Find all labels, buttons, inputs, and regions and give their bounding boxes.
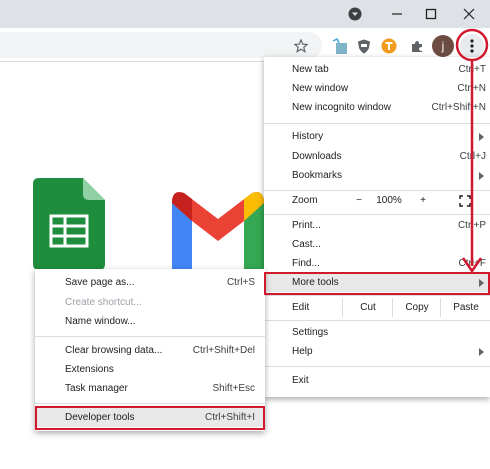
annotation-arrow (455, 28, 489, 274)
menu-divider (35, 336, 265, 337)
menu-item-label: Create shortcut... (65, 297, 142, 308)
developer-tools-highlight (35, 406, 265, 430)
menu-item-label: Print... (292, 220, 321, 231)
extension-button-3[interactable] (380, 37, 398, 55)
bookmark-star-icon (294, 39, 308, 53)
menu-item-label: Save page as... (65, 277, 135, 288)
submenu-item-extensions[interactable]: Extensions (35, 360, 265, 379)
profile-dropdown-icon (348, 7, 362, 21)
menu-item-label: History (292, 131, 324, 142)
zoom-out-button[interactable]: − (346, 191, 372, 210)
menu-item-label: Find... (292, 258, 320, 269)
bookmark-star-button[interactable] (292, 37, 310, 55)
menu-divider (264, 366, 490, 367)
menu-item-label: New incognito window (292, 102, 391, 113)
gmail-shortcut[interactable] (172, 185, 264, 269)
edit-label: Edit (292, 302, 310, 313)
copy-button[interactable]: Copy (392, 298, 441, 317)
menu-item-label: New window (292, 83, 349, 94)
profile-dropdown-button[interactable] (342, 4, 368, 24)
shield-extension-icon (358, 39, 370, 53)
menu-divider (35, 403, 265, 404)
sheets-app-icon (33, 178, 105, 270)
menu-item-settings[interactable]: Settings (264, 323, 490, 342)
submenu-arrow-icon (479, 347, 484, 356)
paste-button[interactable]: Paste (440, 298, 490, 317)
menu-item-label: Extensions (65, 364, 114, 375)
menu-item-label: Bookmarks (292, 170, 343, 181)
close-icon (463, 8, 475, 20)
minimize-icon (392, 13, 402, 15)
gmail-app-icon (172, 192, 264, 269)
menu-item-label: Name window... (65, 316, 136, 327)
menu-item-label: Task manager (65, 383, 128, 394)
extensions-button[interactable] (408, 37, 426, 55)
menu-divider (264, 295, 490, 296)
extension-button-1[interactable] (330, 36, 350, 56)
extension-icon (332, 37, 347, 54)
menu-item-label: New tab (292, 64, 329, 75)
zoom-label: Zoom (292, 195, 318, 206)
minimize-button[interactable] (384, 4, 410, 24)
menu-item-shortcut: Shift+Esc (212, 383, 255, 394)
submenu-item-create-shortcut: Create shortcut... (35, 293, 265, 312)
menu-item-shortcut: Ctrl+S (226, 277, 255, 288)
submenu-item-clear-browsing-data[interactable]: Clear browsing data... Ctrl+Shift+Del (35, 341, 265, 360)
title-bar (0, 0, 490, 28)
zoom-level: 100% (376, 195, 402, 206)
menu-divider (264, 320, 490, 321)
submenu-item-task-manager[interactable]: Task manager Shift+Esc (35, 379, 265, 398)
puzzle-icon (412, 41, 422, 52)
menu-item-label: Clear browsing data... (65, 345, 163, 356)
submenu-item-save-page[interactable]: Save page as... Ctrl+S (35, 273, 265, 292)
cut-button[interactable]: Cut (342, 298, 393, 317)
menu-item-label: Downloads (292, 151, 342, 162)
menu-item-exit[interactable]: Exit (264, 371, 490, 390)
close-button[interactable] (456, 4, 482, 24)
menu-item-label: Settings (292, 327, 329, 338)
tampermonkey-extension-icon (381, 38, 397, 54)
zoom-in-button[interactable]: + (410, 191, 436, 210)
menu-item-help[interactable]: Help (264, 342, 490, 361)
menu-item-label: Exit (292, 375, 309, 386)
menu-item-shortcut: Ctrl+Shift+Del (192, 345, 255, 356)
maximize-button[interactable] (418, 4, 444, 24)
extension-button-2[interactable] (355, 37, 373, 55)
address-bar[interactable] (0, 32, 322, 58)
submenu-item-name-window[interactable]: Name window... (35, 312, 265, 331)
profile-initial: j (441, 39, 445, 53)
maximize-icon (425, 8, 437, 20)
sheets-shortcut[interactable] (33, 178, 105, 270)
menu-item-label: Help (292, 346, 313, 357)
menu-item-label: Cast... (292, 239, 321, 250)
menu-item-edit: Edit Cut Copy Paste (264, 298, 490, 317)
profile-avatar[interactable]: j (432, 35, 454, 57)
